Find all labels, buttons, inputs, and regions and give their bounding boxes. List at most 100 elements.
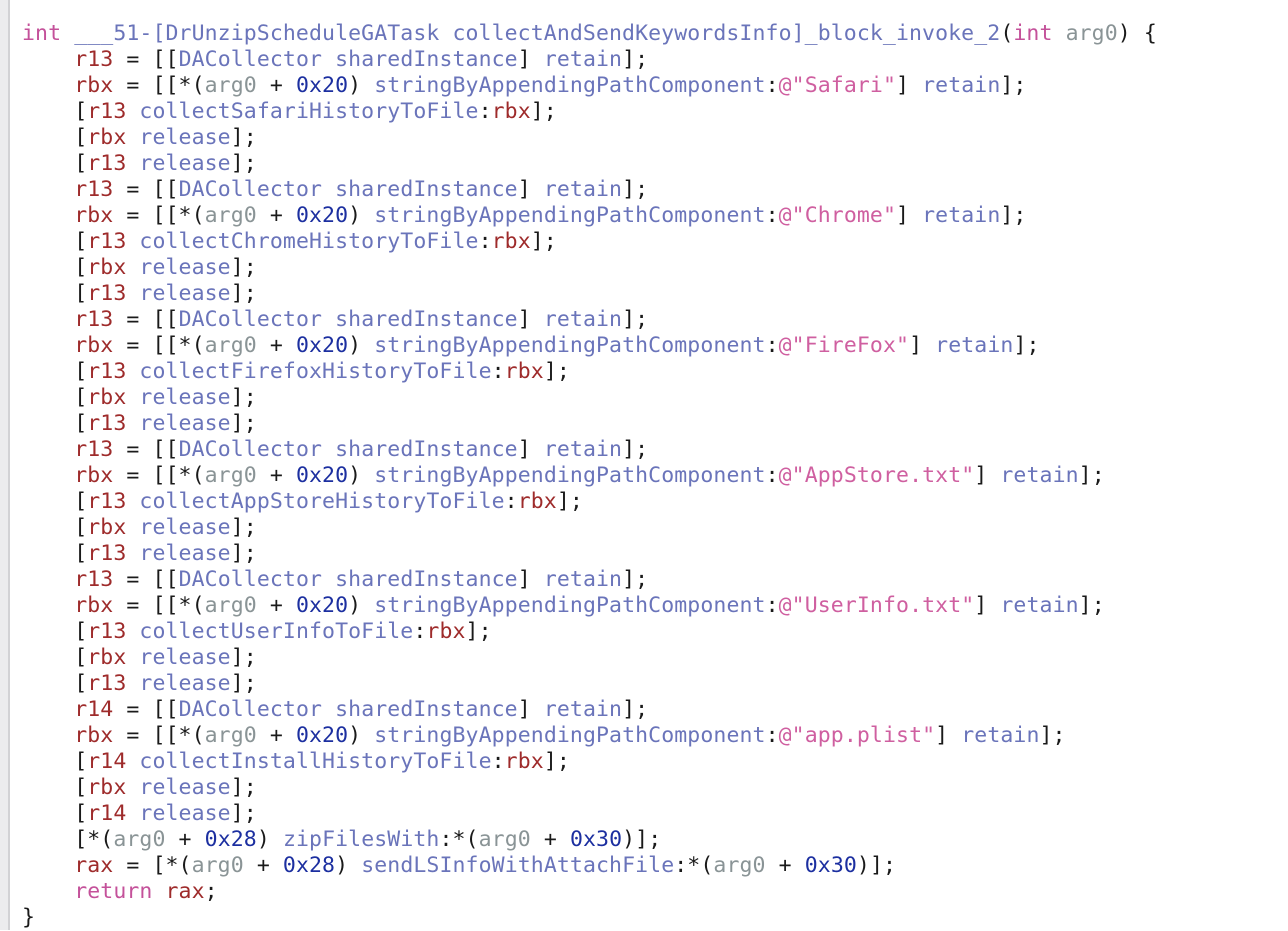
code-token-plain: ; (204, 879, 218, 904)
code-line[interactable]: rbx = [[*(arg0 + 0x20) stringByAppending… (22, 463, 1288, 489)
code-token-plain: [ (74, 99, 88, 124)
code-token-reg: r13 (87, 229, 127, 254)
code-token-reg: r14 (74, 697, 114, 722)
code-line[interactable]: [r13 release]; (22, 411, 1288, 437)
code-line[interactable]: [r14 collectInstallHistoryToFile:rbx]; (22, 749, 1288, 775)
code-line[interactable]: rax = [*(arg0 + 0x28) sendLSInfoWithAtta… (22, 853, 1288, 879)
code-token-plain: = [[*( (113, 333, 205, 358)
code-line[interactable]: [r13 release]; (22, 281, 1288, 307)
code-token-class: DACollector (178, 47, 323, 72)
code-token-plain: : (765, 203, 779, 228)
code-token-plain: + (530, 827, 570, 852)
code-token-func: retain (1000, 593, 1079, 618)
code-token-plain: ]; (230, 515, 257, 540)
code-line[interactable]: rbx = [[*(arg0 + 0x20) stringByAppending… (22, 203, 1288, 229)
code-line[interactable]: r13 = [[DACollector sharedInstance] reta… (22, 47, 1288, 73)
code-token-plain: [ (74, 619, 88, 644)
code-token-reg: r13 (87, 359, 127, 384)
code-line[interactable]: rbx = [[*(arg0 + 0x20) stringByAppending… (22, 593, 1288, 619)
decompiler-code-view[interactable]: int ___51-[DrUnzipScheduleGATask collect… (0, 0, 1288, 930)
code-token-reg: rbx (74, 203, 114, 228)
code-line[interactable]: [r13 collectChromeHistoryToFile:rbx]; (22, 229, 1288, 255)
code-token-plain: ] (517, 697, 544, 722)
code-line[interactable]: rbx = [[*(arg0 + 0x20) stringByAppending… (22, 723, 1288, 749)
code-token-plain: ]; (543, 749, 570, 774)
code-line[interactable]: [r13 collectSafariHistoryToFile:rbx]; (22, 99, 1288, 125)
code-token-plain: + (243, 853, 283, 878)
code-token-plain: ] (517, 567, 544, 592)
code-token-plain: + (256, 203, 296, 228)
code-token-reg: r13 (87, 671, 127, 696)
code-token-reg: rbx (87, 125, 127, 150)
code-token-plain: + (765, 853, 805, 878)
code-line[interactable]: [rbx release]; (22, 125, 1288, 151)
code-line[interactable]: [*(arg0 + 0x28) zipFilesWith:*(arg0 + 0x… (22, 827, 1288, 853)
code-line[interactable]: r13 = [[DACollector sharedInstance] reta… (22, 567, 1288, 593)
code-token-func: release (139, 645, 231, 670)
code-token-reg: r13 (87, 281, 127, 306)
code-line[interactable]: [r13 release]; (22, 151, 1288, 177)
code-token-reg: rbx (87, 385, 127, 410)
code-line[interactable]: [r13 collectAppStoreHistoryToFile:rbx]; (22, 489, 1288, 515)
code-token-func: collectAppStoreHistoryToFile (139, 489, 505, 514)
code-line[interactable]: r13 = [[DACollector sharedInstance] reta… (22, 177, 1288, 203)
code-line[interactable]: [r13 collectUserInfoToFile:rbx]; (22, 619, 1288, 645)
code-line[interactable]: [r13 collectFirefoxHistoryToFile:rbx]; (22, 359, 1288, 385)
code-line[interactable]: [rbx release]; (22, 515, 1288, 541)
code-token-reg: rbx (74, 463, 114, 488)
code-line[interactable]: [rbx release]; (22, 255, 1288, 281)
code-token-func: release (139, 775, 231, 800)
code-line[interactable]: rbx = [[*(arg0 + 0x20) stringByAppending… (22, 73, 1288, 99)
code-token-reg: rbx (491, 229, 531, 254)
code-token-plain: ]; (230, 645, 257, 670)
code-token-func: stringByAppendingPathComponent (374, 593, 766, 618)
code-token-kw: int (22, 21, 62, 46)
code-token-reg: r13 (87, 411, 127, 436)
code-line[interactable]: return rax; (22, 879, 1288, 905)
code-line[interactable]: r14 = [[DACollector sharedInstance] reta… (22, 697, 1288, 723)
code-token-plain: ]; (543, 359, 570, 384)
code-token-plain: + (256, 593, 296, 618)
code-token-func: release (139, 385, 231, 410)
code-token-func: release (139, 671, 231, 696)
code-line[interactable]: [r13 release]; (22, 541, 1288, 567)
code-token-plain: + (165, 827, 205, 852)
code-token-func: release (139, 125, 231, 150)
pseudocode-text-area[interactable]: int ___51-[DrUnzipScheduleGATask collect… (10, 0, 1288, 930)
code-token-reg: rbx (426, 619, 466, 644)
code-token-plain: ) { (1117, 21, 1157, 46)
code-line[interactable]: r13 = [[DACollector sharedInstance] reta… (22, 437, 1288, 463)
code-token-reg: rbx (504, 359, 544, 384)
code-line[interactable]: } (22, 905, 1288, 931)
code-token-class: DACollector (178, 307, 323, 332)
code-token-num: 0x30 (569, 827, 623, 852)
code-line[interactable]: [rbx release]; (22, 385, 1288, 411)
code-line[interactable]: int ___51-[DrUnzipScheduleGATask collect… (22, 21, 1288, 47)
code-line[interactable]: rbx = [[*(arg0 + 0x20) stringByAppending… (22, 333, 1288, 359)
code-token-func: retain (935, 333, 1014, 358)
code-line[interactable]: r13 = [[DACollector sharedInstance] reta… (22, 307, 1288, 333)
code-line[interactable]: [r14 release]; (22, 801, 1288, 827)
code-token-plain: = [[ (113, 177, 179, 202)
code-token-func: retain (1000, 463, 1079, 488)
line-number-gutter (0, 0, 8, 930)
code-line[interactable]: [rbx release]; (22, 775, 1288, 801)
code-token-plain: [ (74, 125, 88, 150)
code-token-plain: ] (517, 177, 544, 202)
code-token-plain: ) (348, 593, 375, 618)
code-token-plain: [ (74, 411, 88, 436)
code-line[interactable]: [rbx release]; (22, 645, 1288, 671)
code-token-str: @"Safari" (778, 73, 897, 98)
code-token-plain: ) (348, 723, 375, 748)
code-token-func: release (139, 541, 231, 566)
code-line[interactable]: [r13 release]; (22, 671, 1288, 697)
